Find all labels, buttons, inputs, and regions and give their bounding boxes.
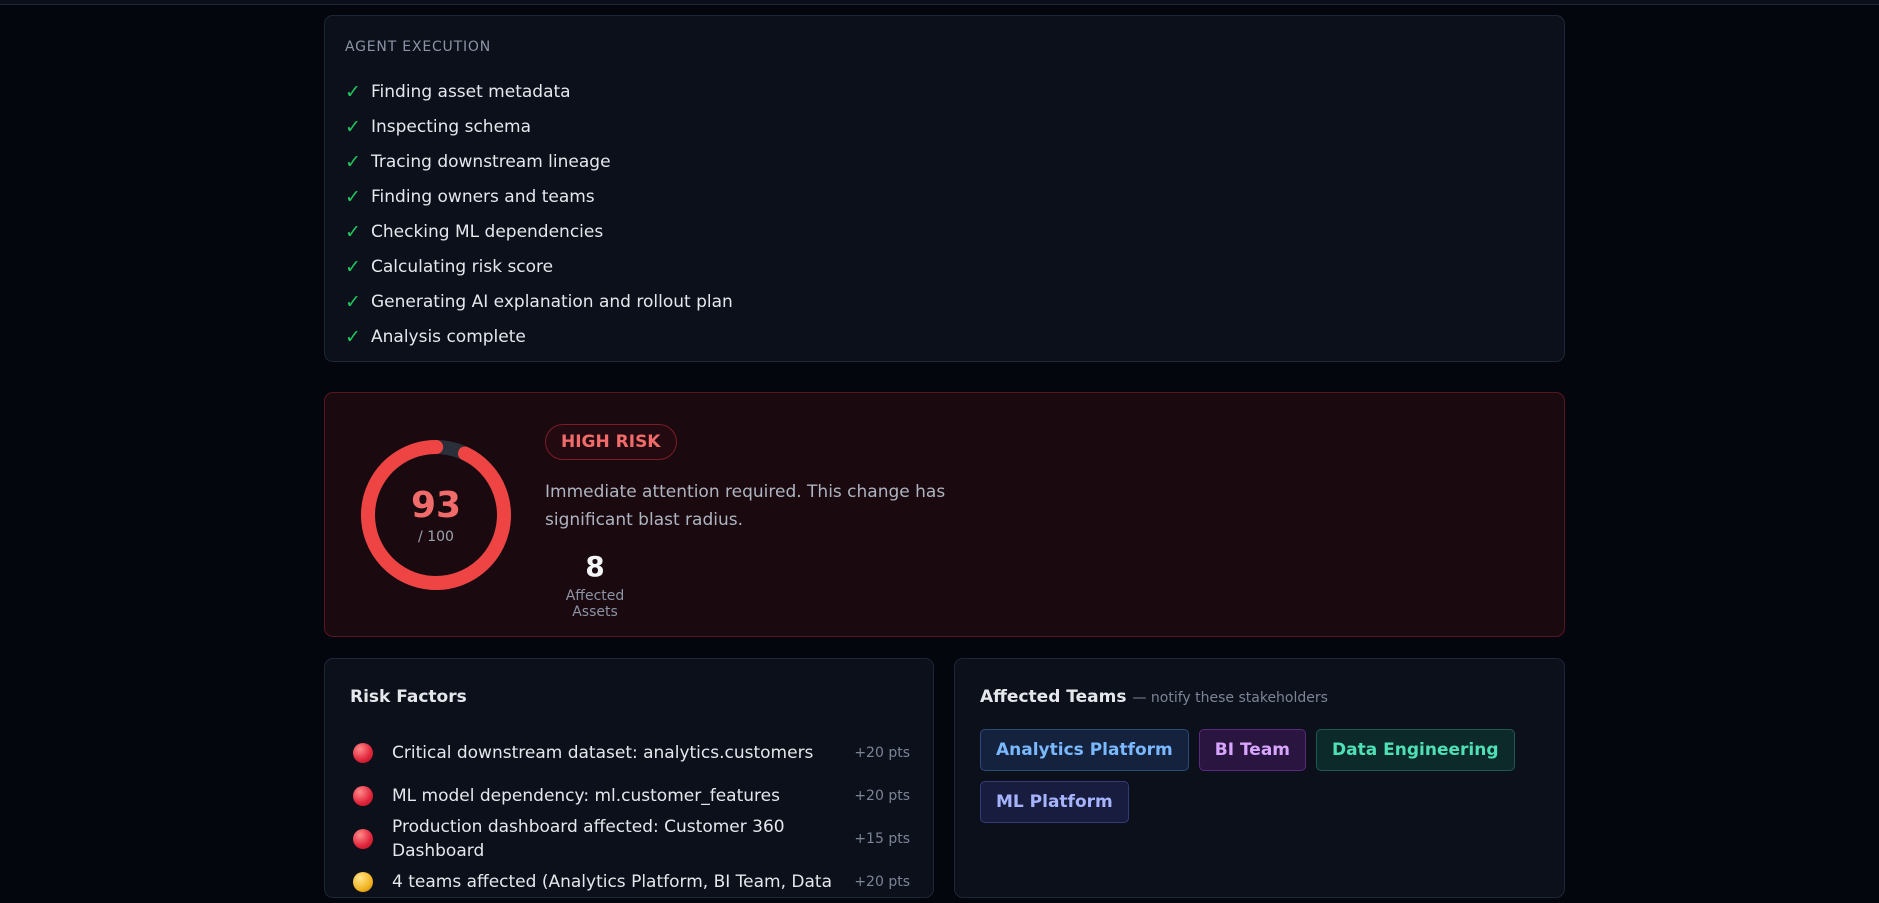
execution-step-label: Generating AI explanation and rollout pl… bbox=[371, 291, 733, 312]
team-chip[interactable]: Data Engineering bbox=[1316, 729, 1515, 771]
check-icon: ✓ bbox=[345, 150, 361, 173]
execution-step: ✓ Tracing downstream lineage bbox=[345, 144, 733, 179]
execution-step: ✓ Calculating risk score bbox=[345, 249, 733, 284]
execution-step-list: ✓ Finding asset metadata ✓ Inspecting schem… bbox=[345, 74, 733, 354]
execution-step-label: Calculating risk score bbox=[371, 256, 554, 277]
risk-score-max: / 100 bbox=[418, 529, 454, 545]
risk-score-value: 93 bbox=[410, 485, 462, 526]
risk-factor-points: +15 pts bbox=[854, 830, 910, 847]
check-icon: ✓ bbox=[345, 325, 361, 348]
severity-dot-icon bbox=[353, 785, 373, 806]
severity-dot-icon bbox=[353, 742, 373, 763]
team-chip[interactable]: Analytics Platform bbox=[980, 729, 1189, 771]
risk-factor-item: Production dashboard affected: Customer … bbox=[350, 816, 910, 861]
execution-step-label: Checking ML dependencies bbox=[371, 221, 604, 242]
affected-assets-label: Affected Assets bbox=[565, 588, 625, 620]
risk-factor-item: 4 teams affected (Analytics Platform, BI… bbox=[350, 860, 910, 903]
execution-step: ✓ Analysis complete bbox=[345, 319, 733, 354]
execution-step-label: Inspecting schema bbox=[371, 116, 532, 137]
team-chip[interactable]: ML Platform bbox=[980, 781, 1129, 823]
risk-factor-item: ML model dependency: ml.customer_feature… bbox=[350, 774, 910, 817]
execution-step-label: Finding asset metadata bbox=[371, 81, 571, 102]
execution-step: ✓ Checking ML dependencies bbox=[345, 214, 733, 249]
severity-dot-icon bbox=[353, 828, 373, 849]
risk-factor-text: ML model dependency: ml.customer_feature… bbox=[392, 785, 780, 806]
risk-factor-text: Production dashboard affected: Customer … bbox=[392, 816, 785, 861]
affected-teams-header: Affected Teams — notify these stakeholder… bbox=[980, 687, 1328, 707]
severity-dot-icon bbox=[353, 871, 373, 892]
check-icon: ✓ bbox=[345, 255, 361, 278]
risk-factor-text: 4 teams affected (Analytics Platform, BI… bbox=[392, 871, 832, 892]
agent-execution-title: AGENT EXECUTION bbox=[345, 39, 491, 55]
risk-factor-points: +20 pts bbox=[854, 787, 910, 804]
execution-step: ✓ Finding owners and teams bbox=[345, 179, 733, 214]
team-chip-list: Analytics Platform BI Team Data Engineerin… bbox=[980, 729, 1540, 823]
risk-description: Immediate attention required. This chang… bbox=[545, 482, 946, 530]
execution-step-label: Analysis complete bbox=[371, 326, 526, 347]
check-icon: ✓ bbox=[345, 290, 361, 313]
team-chip[interactable]: BI Team bbox=[1198, 729, 1307, 771]
risk-factor-item: Critical downstream dataset: analytics.c… bbox=[350, 731, 910, 774]
risk-factor-text: Critical downstream dataset: analytics.c… bbox=[392, 742, 814, 763]
risk-factor-points: +20 pts bbox=[854, 873, 910, 890]
check-icon: ✓ bbox=[345, 115, 361, 138]
risk-factor-list: Critical downstream dataset: analytics.c… bbox=[350, 731, 910, 903]
affected-teams-panel: Affected Teams — notify these stakeholder… bbox=[954, 658, 1565, 898]
risk-level-badge: HIGH RISK bbox=[545, 424, 677, 460]
affected-teams-subtitle: — notify these stakeholders bbox=[1132, 690, 1328, 706]
risk-factor-points: +20 pts bbox=[854, 744, 910, 761]
affected-assets-count: 8 bbox=[585, 550, 605, 583]
risk-factors-title: Risk Factors bbox=[350, 687, 467, 707]
execution-step: ✓ Inspecting schema bbox=[345, 109, 733, 144]
check-icon: ✓ bbox=[345, 185, 361, 208]
affected-teams-title: Affected Teams bbox=[980, 687, 1127, 707]
execution-step-label: Tracing downstream lineage bbox=[371, 151, 611, 172]
risk-factors-panel: Risk Factors Critical downstream dataset… bbox=[324, 658, 934, 898]
execution-step: ✓ Finding asset metadata bbox=[345, 74, 733, 109]
execution-step-label: Finding owners and teams bbox=[371, 186, 595, 207]
agent-execution-panel: AGENT EXECUTION ✓ Finding asset metadata ✓… bbox=[324, 15, 1565, 362]
risk-summary-panel: 93 / 100 HIGH RISK Immediate attention r… bbox=[324, 392, 1565, 637]
check-icon: ✓ bbox=[345, 220, 361, 243]
check-icon: ✓ bbox=[345, 80, 361, 103]
top-bar bbox=[0, 0, 1879, 5]
execution-step: ✓ Generating AI explanation and rollout p… bbox=[345, 284, 733, 319]
